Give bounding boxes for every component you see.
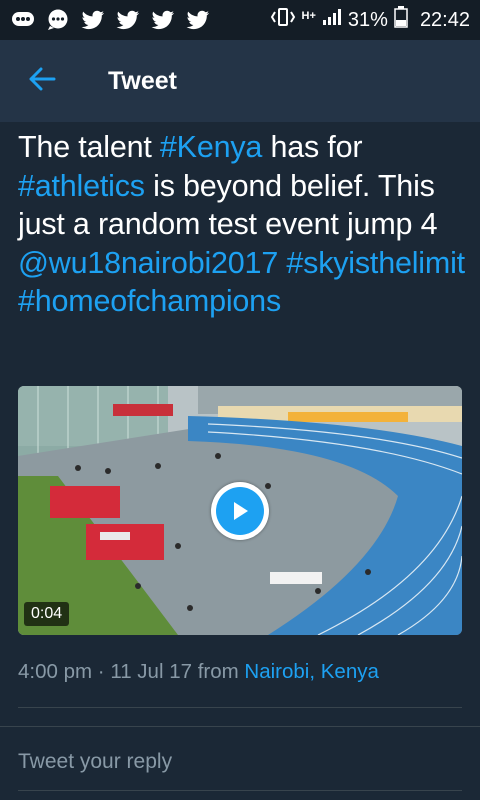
bbm-icon [10,9,36,31]
tweet-video[interactable]: 0:04 [18,386,462,635]
tweet-meta: 4:00 pm · 11 Jul 17 from Nairobi, Kenya [18,660,379,684]
app-header: Tweet [0,40,480,122]
mention-link[interactable]: @wu18nairobi2017 [18,246,278,280]
divider [0,726,480,727]
divider [18,707,462,708]
status-bar: H+ 31% 22:42 [0,0,480,40]
notification-icons [10,9,211,31]
battery-percent: 31% [347,8,388,31]
video-duration: 0:04 [24,602,70,626]
hashtag-link[interactable]: #Kenya [160,130,262,164]
reply-input[interactable]: Tweet your reply [18,750,462,788]
page-title: Tweet [108,66,177,95]
twitter-icon [115,9,141,31]
tweet-text: The talent #Kenya has for #athletics is … [18,128,466,321]
back-button[interactable] [12,51,72,111]
hashtag-link[interactable]: #skyisthelimit [286,246,465,280]
twitter-icon [80,9,106,31]
network-type-label: H+ [301,10,316,22]
reply-underline [18,790,462,791]
signal-icon [322,7,342,33]
battery-icon [394,6,408,34]
twitter-icon [185,9,211,31]
hashtag-link[interactable]: #homeofchampions [18,284,281,318]
chat-bubble-icon [45,9,71,31]
location-link[interactable]: Nairobi, Kenya [244,660,378,683]
twitter-icon [150,9,176,31]
arrow-left-icon [28,67,56,96]
tweet-date: 11 Jul 17 [110,660,192,683]
vibrate-icon [270,7,296,33]
from-label: from [197,660,239,683]
play-button[interactable] [211,482,269,540]
play-icon [216,487,264,535]
meta-separator: · [97,660,105,683]
tweet-text-segment: has for [262,130,363,164]
tweet-time: 4:00 pm [18,660,93,683]
system-status: H+ 31% 22:42 [270,6,470,34]
tweet-text-segment: The talent [18,130,160,164]
clock: 22:42 [419,8,470,31]
hashtag-link[interactable]: #athletics [18,169,145,203]
